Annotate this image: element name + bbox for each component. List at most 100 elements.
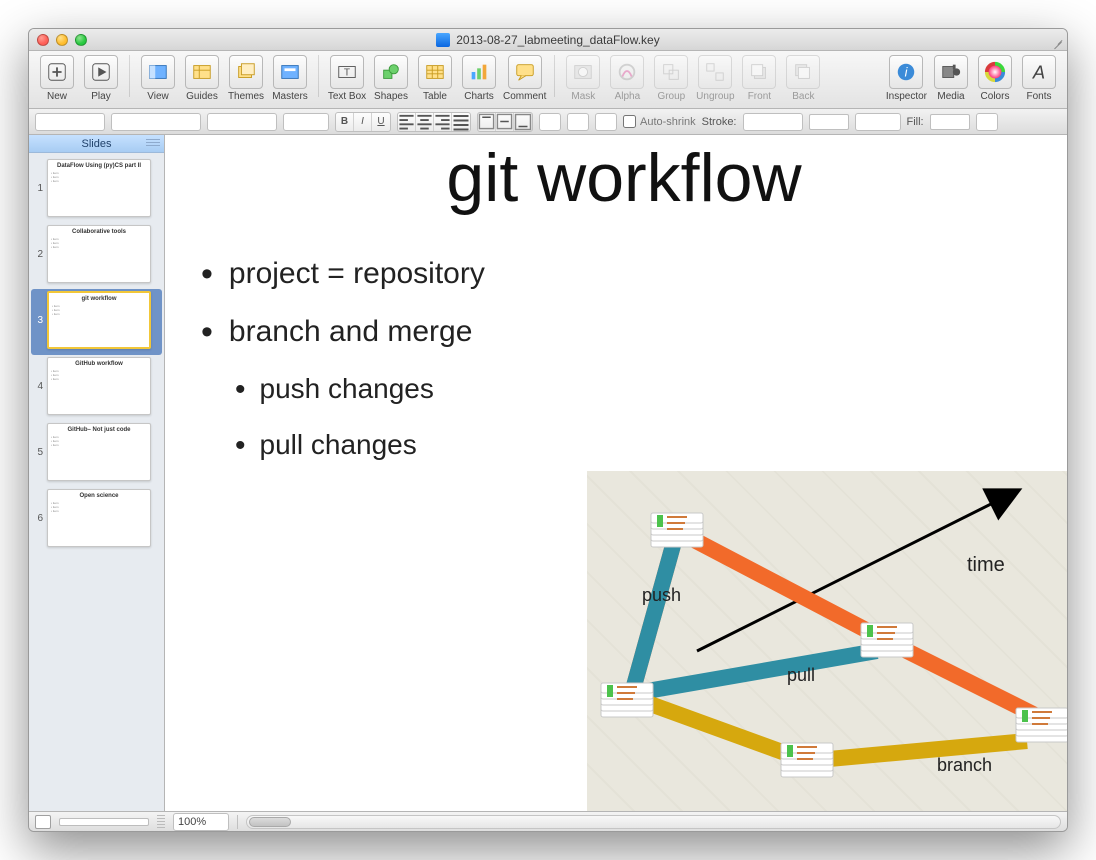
paragraph-style-select[interactable]	[35, 113, 105, 131]
presenter-notes-toggle[interactable]	[35, 815, 51, 829]
font-size-select[interactable]	[283, 113, 329, 131]
slide-thumbnail-3[interactable]: 3 git workflow • item• item• item	[31, 289, 162, 355]
new-icon	[46, 61, 68, 83]
align-center-button[interactable]	[416, 113, 434, 131]
slide-number: 1	[33, 183, 43, 194]
slide-canvas[interactable]: git workflow project = repository branch …	[165, 135, 1067, 811]
slide-number: 6	[33, 513, 43, 524]
valign-top-button[interactable]	[478, 113, 496, 131]
autoshrink-checkbox[interactable]: Auto-shrink	[623, 115, 696, 128]
slide-thumbnail-2[interactable]: 2 Collaborative tools • item• item• item	[31, 223, 162, 289]
textbox-button[interactable]: T	[330, 55, 364, 89]
media-label: Media	[937, 91, 964, 102]
themes-button[interactable]	[229, 55, 263, 89]
shapes-button[interactable]	[374, 55, 408, 89]
sub-bullet-item[interactable]: push changes	[235, 373, 1047, 407]
mask-icon	[572, 61, 594, 83]
sidebar-resize-handle[interactable]	[157, 815, 165, 829]
guides-toolbar-item: Guides	[182, 55, 222, 102]
view-button[interactable]	[141, 55, 175, 89]
charts-button[interactable]	[462, 55, 496, 89]
fullscreen-icon[interactable]	[1049, 32, 1063, 46]
document-proxy-icon	[436, 33, 450, 47]
fonts-toolbar-item: A Fonts	[1019, 55, 1059, 102]
bullet-item[interactable]: project = repository	[201, 257, 1047, 291]
opacity-select[interactable]	[976, 113, 998, 131]
diagram-label-pull: pull	[787, 665, 815, 685]
format-bar: B I U Auto-shrink Stroke: Fill:	[29, 109, 1067, 135]
slide-thumbnail-preview: GitHub– Not just code • item• item• item	[47, 423, 151, 481]
slide-title[interactable]: git workflow	[201, 139, 1047, 217]
mask-toolbar-item: Mask	[563, 55, 603, 102]
valign-middle-button[interactable]	[496, 113, 514, 131]
align-group	[397, 112, 471, 132]
slide-number: 5	[33, 447, 43, 458]
slide-body[interactable]: project = repository branch and merge push…	[201, 257, 1047, 463]
zoom-window-button[interactable]	[75, 34, 87, 46]
align-right-button[interactable]	[434, 113, 452, 131]
stroke-color-swatch[interactable]	[809, 114, 849, 130]
zoom-value: 100%	[178, 816, 206, 828]
stroke-style-select[interactable]	[743, 113, 803, 131]
comment-toolbar-item: Comment	[503, 55, 546, 102]
slide-thumbnail-1[interactable]: 1 DataFlow Using (py)CS part II • item• …	[31, 157, 162, 223]
sidebar-grip-icon[interactable]	[146, 139, 160, 147]
new-button[interactable]	[40, 55, 74, 89]
colors-toolbar-item: Colors	[975, 55, 1015, 102]
shapes-label: Shapes	[374, 91, 408, 102]
diagram-label-time: time	[967, 554, 1005, 576]
font-family-select[interactable]	[111, 113, 201, 131]
titlebar[interactable]: 2013-08-27_labmeeting_dataFlow.key	[29, 29, 1067, 51]
play-button[interactable]	[84, 55, 118, 89]
align-left-button[interactable]	[398, 113, 416, 131]
underline-button[interactable]: U	[372, 113, 390, 131]
thumbnail-size-slider[interactable]	[59, 818, 149, 826]
slide-editor[interactable]: git workflow project = repository branch …	[165, 135, 1067, 811]
italic-button[interactable]: I	[354, 113, 372, 131]
autoshrink-label: Auto-shrink	[640, 116, 696, 128]
valign-bottom-button[interactable]	[514, 113, 532, 131]
guides-button[interactable]	[185, 55, 219, 89]
media-button[interactable]	[934, 55, 968, 89]
text-style-group: B I U	[335, 112, 391, 132]
list-style-select[interactable]	[595, 113, 617, 131]
line-spacing-select[interactable]	[539, 113, 561, 131]
columns-select[interactable]	[567, 113, 589, 131]
inspector-button[interactable]: i	[889, 55, 923, 89]
close-window-button[interactable]	[37, 34, 49, 46]
new-toolbar-item: New	[37, 55, 77, 102]
colors-button[interactable]	[978, 55, 1012, 89]
stroke-width-select[interactable]	[855, 113, 901, 131]
slide-image-diagram[interactable]: time	[587, 471, 1067, 811]
charts-icon	[468, 61, 490, 83]
fill-color-swatch[interactable]	[930, 114, 970, 130]
comment-button[interactable]	[508, 55, 542, 89]
guides-icon	[191, 61, 213, 83]
fonts-label: Fonts	[1026, 91, 1051, 102]
back-icon	[792, 61, 814, 83]
bold-button[interactable]: B	[336, 113, 354, 131]
slide-thumbnail-5[interactable]: 5 GitHub– Not just code • item• item• it…	[31, 421, 162, 487]
svg-text:T: T	[344, 68, 350, 79]
front-button	[742, 55, 776, 89]
shapes-toolbar-item: Shapes	[371, 55, 411, 102]
align-justify-button[interactable]	[452, 113, 470, 131]
horizontal-scrollbar[interactable]	[246, 815, 1061, 829]
autoshrink-input[interactable]	[623, 115, 636, 128]
slide-thumbnail-preview: GitHub workflow • item• item• item	[47, 357, 151, 415]
fonts-button[interactable]: A	[1022, 55, 1056, 89]
bullet-item[interactable]: branch and merge	[201, 315, 1047, 349]
masters-button[interactable]	[273, 55, 307, 89]
slide-thumbnail-4[interactable]: 4 GitHub workflow • item• item• item	[31, 355, 162, 421]
table-button[interactable]	[418, 55, 452, 89]
window-title: 2013-08-27_labmeeting_dataFlow.key	[456, 33, 659, 47]
sub-bullet-item[interactable]: pull changes	[235, 429, 1047, 463]
app-window: 2013-08-27_labmeeting_dataFlow.key NewPl…	[28, 28, 1068, 832]
minimize-window-button[interactable]	[56, 34, 68, 46]
slides-sidebar: Slides 1 DataFlow Using (py)CS part II •…	[29, 135, 165, 811]
fonts-icon: A	[1028, 61, 1050, 83]
slides-list[interactable]: 1 DataFlow Using (py)CS part II • item• …	[29, 153, 164, 811]
font-style-select[interactable]	[207, 113, 277, 131]
zoom-select[interactable]: 100%	[173, 813, 229, 831]
slide-thumbnail-6[interactable]: 6 Open science • item• item• item	[31, 487, 162, 553]
